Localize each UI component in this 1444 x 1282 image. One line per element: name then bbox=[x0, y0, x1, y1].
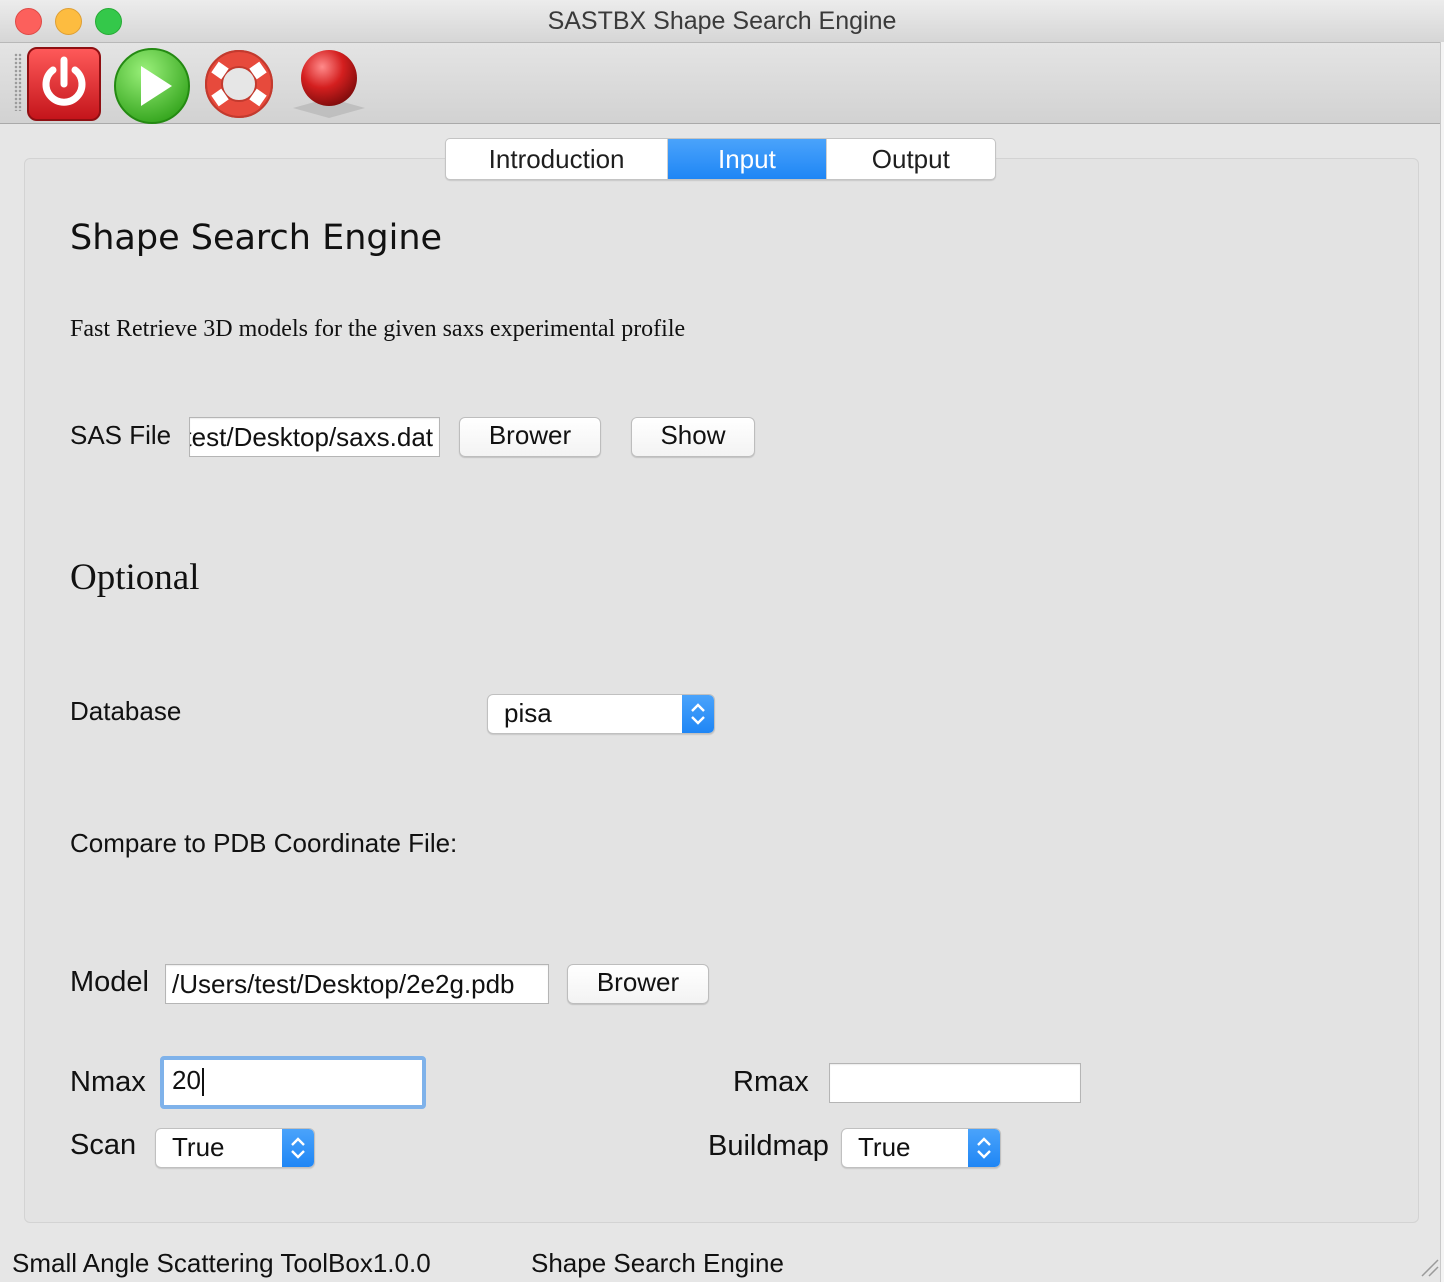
power-icon bbox=[27, 47, 101, 121]
database-select[interactable]: pisa bbox=[487, 694, 715, 734]
lifebuoy-help-icon bbox=[205, 50, 273, 118]
play-icon bbox=[114, 48, 190, 124]
database-label: Database bbox=[70, 696, 182, 726]
sas-file-browse-button[interactable]: Brower bbox=[459, 417, 601, 457]
app-window: SASTBX Shape Search Engine Introduction … bbox=[0, 0, 1444, 1282]
window-title: SASTBX Shape Search Engine bbox=[547, 7, 897, 35]
status-bar: Small Angle Scattering ToolBox1.0.0 Shap… bbox=[0, 1240, 1444, 1282]
nmax-input[interactable]: 20 bbox=[160, 1056, 426, 1109]
help-button[interactable] bbox=[201, 46, 277, 122]
buildmap-select[interactable]: True bbox=[841, 1128, 1001, 1168]
model-browse-button[interactable]: Brower bbox=[567, 964, 709, 1004]
title-bar: SASTBX Shape Search Engine bbox=[0, 0, 1444, 43]
scan-label: Scan bbox=[70, 1129, 137, 1161]
select-arrows bbox=[282, 1129, 314, 1167]
updown-chevron-icon bbox=[977, 1137, 991, 1159]
optional-section-title: Optional bbox=[70, 557, 200, 598]
select-arrows bbox=[682, 695, 714, 733]
status-toolbox-version: Small Angle Scattering ToolBox1.0.0 bbox=[12, 1248, 431, 1278]
rmax-input[interactable] bbox=[829, 1063, 1081, 1103]
nmax-value: 20 bbox=[172, 1065, 201, 1095]
database-selected-value: pisa bbox=[504, 698, 552, 728]
model-label: Model bbox=[70, 966, 149, 998]
updown-chevron-icon bbox=[291, 1137, 305, 1159]
model-file-input[interactable]: /Users/test/Desktop/2e2g.pdb bbox=[165, 964, 549, 1004]
status-module-name: Shape Search Engine bbox=[531, 1248, 784, 1278]
resize-grip-icon[interactable] bbox=[1418, 1256, 1440, 1278]
tab-output[interactable]: Output bbox=[827, 139, 995, 179]
buildmap-label: Buildmap bbox=[708, 1130, 829, 1162]
page-title: Shape Search Engine bbox=[70, 218, 443, 258]
model-view-button[interactable] bbox=[287, 46, 365, 122]
updown-chevron-icon bbox=[691, 703, 705, 725]
page-description: Fast Retrieve 3D models for the given sa… bbox=[70, 316, 686, 342]
sas-file-input[interactable]: /Users/test/Desktop/saxs.dat bbox=[189, 417, 440, 457]
nmax-label: Nmax bbox=[70, 1066, 146, 1098]
select-arrows bbox=[968, 1129, 1000, 1167]
run-button[interactable] bbox=[112, 46, 190, 124]
scan-select[interactable]: True bbox=[155, 1128, 315, 1168]
red-sphere-icon bbox=[293, 50, 365, 118]
toolbar-grip-handle[interactable] bbox=[14, 53, 22, 111]
sas-file-value: /Users/test/Desktop/saxs.dat bbox=[189, 422, 433, 452]
buildmap-selected-value: True bbox=[858, 1132, 911, 1162]
tab-bar: Introduction Input Output bbox=[445, 138, 996, 180]
power-button[interactable] bbox=[26, 46, 102, 122]
sas-file-label: SAS File bbox=[70, 420, 172, 450]
compare-pdb-label: Compare to PDB Coordinate File: bbox=[70, 828, 458, 858]
toolbar bbox=[0, 43, 1444, 124]
tab-introduction[interactable]: Introduction bbox=[446, 139, 669, 179]
window-edge bbox=[1440, 42, 1444, 1282]
sas-file-show-button[interactable]: Show bbox=[631, 417, 755, 457]
text-caret bbox=[201, 1068, 204, 1097]
tab-input[interactable]: Input bbox=[668, 139, 827, 179]
scan-selected-value: True bbox=[172, 1132, 225, 1162]
rmax-label: Rmax bbox=[733, 1066, 809, 1098]
